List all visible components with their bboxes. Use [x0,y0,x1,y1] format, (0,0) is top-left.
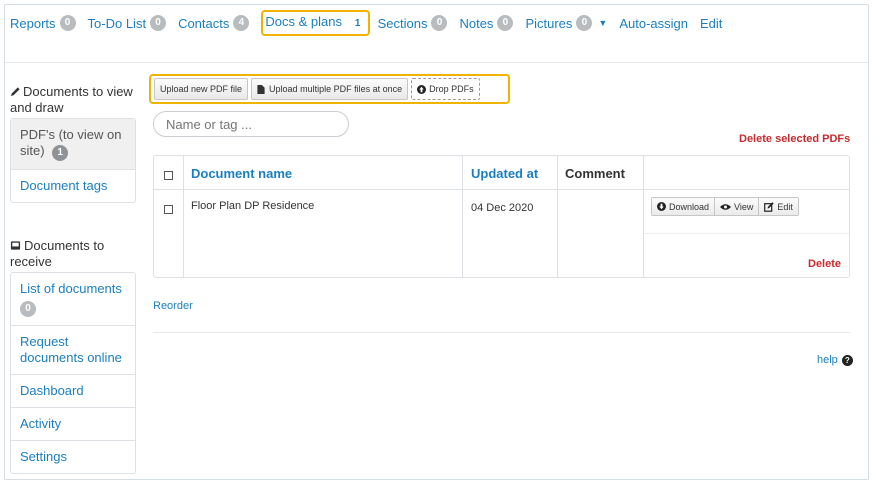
count-badge: 0 [576,15,593,31]
count-badge: 1 [349,16,366,32]
drop-pdfs-zone[interactable]: Drop PDFs [411,78,480,100]
eye-icon [720,203,732,210]
column-divider [462,156,463,277]
download-icon [657,202,666,211]
sidebar-item-activity[interactable]: Activity [11,407,135,440]
section-heading-view: Documents to view and draw [10,84,138,116]
divider [153,332,850,333]
count-badge: 1 [52,145,69,161]
tab-label: Edit [699,15,723,31]
help-label: help [817,354,838,366]
tab-label: Reports [10,15,56,31]
tab-label: Pictures [525,15,573,31]
tab-sections[interactable]: Sections 0 [378,15,448,31]
button-label: Drop PDFs [429,84,474,94]
tab-contacts[interactable]: Contacts 4 [178,15,250,31]
inbox-icon [10,241,21,250]
documents-table: Document name Updated at Comment Floor P… [153,155,850,278]
button-label: Upload multiple PDF files at once [269,84,403,94]
edit-icon [764,201,775,212]
button-label: Download [669,201,710,212]
pencil-icon [10,87,20,97]
tab-auto-assign[interactable]: Auto-assign [619,16,688,31]
section-heading-receive: Documents to receive [10,238,138,270]
sidebar-item-label: List of documents [20,281,122,296]
question-icon: ? [841,354,853,366]
sidebar-item-label: Dashboard [20,383,84,398]
tab-label: Docs & plans [265,14,342,29]
sidebar-item-list-of-documents[interactable]: List of documents 0 [11,273,135,325]
reorder-link[interactable]: Reorder [153,300,193,312]
download-button[interactable]: Download [652,198,715,215]
section-heading-text: Documents to receive [10,238,105,269]
top-nav: Reports 0 To-Do List 0 Contacts 4 Docs &… [10,8,734,38]
section-heading-text: Documents to view and draw [10,84,133,115]
row-divider [154,189,849,190]
count-badge: 4 [233,15,250,31]
caret-down-icon: ▼ [598,18,608,28]
sidebar-item-settings[interactable]: Settings [11,440,135,473]
column-divider [183,156,184,277]
button-label: View [734,201,754,212]
column-divider [557,156,558,277]
tab-reports[interactable]: Reports 0 [10,15,76,31]
button-label: Edit [777,201,793,212]
select-all-checkbox[interactable] [164,171,173,180]
count-badge: 0 [20,301,36,317]
column-header-updated-at[interactable]: Updated at [471,166,538,181]
sidebar-receive-menu: List of documents 0 Request documents on… [10,272,136,474]
tab-docs-plans-highlight: Docs & plans 1 [261,10,370,36]
sidebar-item-label: Request documents online [20,334,122,365]
tab-edit[interactable]: Edit [700,16,722,31]
column-header-document-name[interactable]: Document name [191,166,292,181]
divider [5,62,868,63]
column-divider [643,156,644,277]
count-badge: 0 [150,15,167,31]
sidebar-view-menu: PDF's (to view on site) 1 Document tags [10,118,136,203]
tab-label: Auto-assign [619,15,688,31]
sidebar-item-label: Activity [20,416,62,431]
tab-label: Notes [459,15,494,31]
tab-pictures[interactable]: Pictures 0 ▼ [525,15,607,31]
sidebar-item-dashboard[interactable]: Dashboard [11,374,135,407]
search-input[interactable] [153,111,349,137]
sidebar-item-pdfs[interactable]: PDF's (to view on site) 1 [11,119,135,169]
tab-notes[interactable]: Notes 0 [459,15,514,31]
tab-label: Sections [377,15,428,31]
upload-new-pdf-button[interactable]: Upload new PDF file [154,78,249,100]
upload-multiple-pdf-button[interactable]: Upload multiple PDF files at once [251,78,409,100]
column-header-comment: Comment [565,166,625,181]
document-name-cell: Floor Plan DP Residence [191,200,315,212]
sidebar-item-label: Document tags [20,178,108,193]
sidebar-item-document-tags[interactable]: Document tags [11,169,135,202]
upload-circle-icon [417,84,427,94]
tab-label: Contacts [178,15,230,31]
upload-toolbar-highlight: Upload new PDF file Upload multiple PDF … [149,74,510,104]
row-divider [644,233,849,234]
sidebar-item-request-documents[interactable]: Request documents online [11,325,135,374]
updated-at-cell: 04 Dec 2020 [471,202,534,214]
tab-docs-plans[interactable]: Docs & plans 1 [265,14,366,32]
row-checkbox[interactable] [164,205,173,214]
button-label: Upload new PDF file [160,84,243,94]
count-badge: 0 [59,15,76,31]
tab-label: To-Do List [87,15,147,31]
delete-row-link[interactable]: Delete [808,258,841,270]
help-link[interactable]: help ? [817,354,853,366]
file-icon [257,84,265,94]
sidebar-item-label: PDF's (to view on site) [20,127,122,158]
count-badge: 0 [497,15,514,31]
delete-selected-link[interactable]: Delete selected PDFs [739,133,850,145]
edit-button[interactable]: Edit [758,198,798,215]
row-action-group: Download View Edit [651,197,799,216]
sidebar-item-label: Settings [20,449,67,464]
tab-todo-list[interactable]: To-Do List 0 [88,15,167,31]
view-button[interactable]: View [714,198,759,215]
count-badge: 0 [431,15,448,31]
